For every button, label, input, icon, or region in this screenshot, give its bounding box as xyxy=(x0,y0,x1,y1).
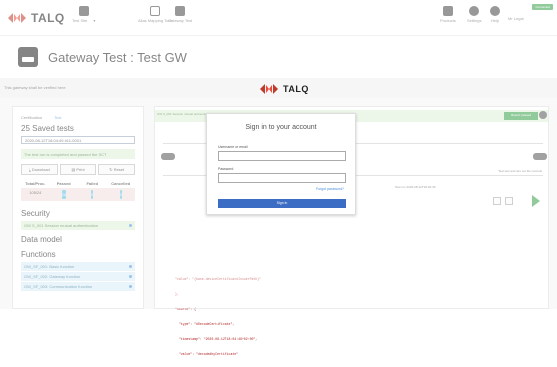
code-line: "type": "#DecodeCertificate", xyxy=(175,322,235,326)
sign-in-title: Sign in to your account xyxy=(245,124,317,131)
sign-in-button[interactable]: Sign in xyxy=(218,199,346,208)
password-input[interactable] xyxy=(218,173,346,183)
password-label: Password xyxy=(218,167,234,171)
sign-in-dialog: Sign in to your account Username or emai… xyxy=(206,113,356,215)
forgot-password-link[interactable]: Forgot password? xyxy=(316,187,344,191)
code-line: "value": "decodedbyCertificate" xyxy=(175,352,239,356)
username-input[interactable] xyxy=(218,151,346,161)
code-line: "timestamp": "2020-08-12T18:04:49+02:00"… xyxy=(175,337,258,341)
username-label: Username or email xyxy=(218,145,248,149)
talq-logo-icon xyxy=(260,84,278,94)
modal-brand-name: TALQ xyxy=(283,84,309,94)
modal-brand-logo: TALQ xyxy=(258,82,309,96)
